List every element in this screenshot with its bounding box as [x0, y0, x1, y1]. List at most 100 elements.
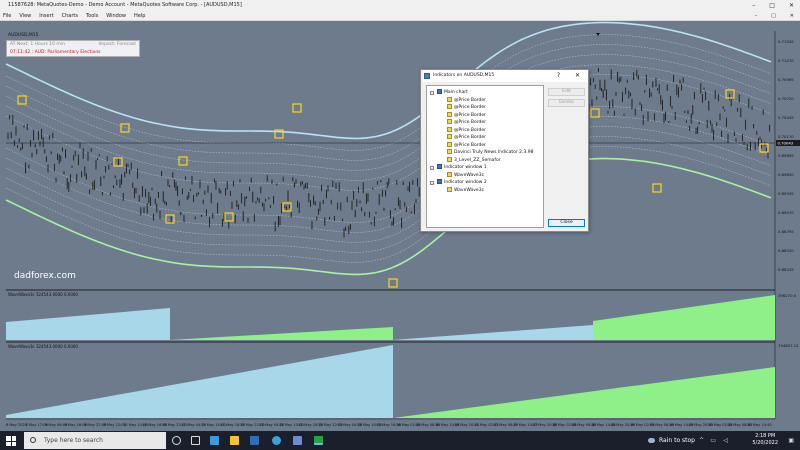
- chart-symbol-label: AUDUSD,M15: [8, 33, 39, 38]
- tray-chevron-icon[interactable]: ^: [699, 437, 704, 444]
- tree-indicator-item[interactable]: @Price Border: [447, 104, 486, 111]
- menu-view[interactable]: View: [19, 11, 31, 20]
- close-window-button[interactable]: ✕: [789, 0, 794, 11]
- tree-item-label: @Price Border: [454, 142, 486, 148]
- chart-window-controls: – □ ✕: [755, 11, 794, 21]
- tree-item-label: 3_Level_ZZ_Semafor: [454, 157, 501, 163]
- tree-expander-icon[interactable]: -: [430, 90, 434, 95]
- menu-insert[interactable]: Insert: [39, 11, 53, 20]
- menu-bar: File View Insert Charts Tools Window Hel…: [0, 11, 800, 21]
- indicator-icon: [447, 104, 452, 109]
- weather-widget[interactable]: Rain to stop: [648, 437, 695, 444]
- windows-start-icon[interactable]: [6, 436, 16, 446]
- indicators-icon: [424, 73, 430, 79]
- edit-button[interactable]: Edit: [548, 88, 585, 96]
- dialog-title: Indicators on AUDUSD,M15: [433, 73, 495, 78]
- price-tick-label: 0.70445: [778, 115, 794, 120]
- indicator-icon: [447, 134, 452, 139]
- tree-indicator-item[interactable]: @Price Border: [447, 134, 486, 141]
- indicators-dialog[interactable]: Indicators on AUDUSD,M15 ? ✕ - Main chart…: [420, 69, 589, 232]
- tree-indicator-item[interactable]: 3_Level_ZZ_Semafor: [447, 156, 501, 164]
- current-price-label: 0.70043: [778, 141, 794, 146]
- menu-charts[interactable]: Charts: [62, 11, 78, 20]
- tree-item-label: Indicator window 1: [444, 165, 487, 170]
- search-placeholder: Type here to search: [44, 437, 103, 444]
- news-event-text: 07:11:42 : AUD: Parliamentary Elections: [10, 50, 101, 55]
- indicator-icon: [447, 96, 452, 102]
- time-tick-label: 6 May 2022: [6, 423, 27, 427]
- window-controls: – □ ✕: [752, 0, 794, 11]
- tree-expander-icon[interactable]: -: [430, 180, 434, 185]
- indicator-icon: [447, 111, 452, 117]
- sub1-scale-max: 396270.0: [778, 293, 797, 298]
- tree-indicator-item[interactable]: @Price Border: [447, 119, 486, 126]
- close-button[interactable]: Close: [548, 219, 585, 227]
- edge-icon[interactable]: [210, 436, 219, 445]
- dialog-help-button[interactable]: ?: [557, 72, 560, 79]
- tree-item-label: @Price Border: [454, 135, 486, 140]
- search-icon: [30, 437, 36, 443]
- tree-item-label: Indicator window 2: [444, 180, 487, 185]
- clock-time: 2:18 PM: [755, 433, 776, 439]
- indicator-icon: [447, 149, 452, 154]
- indicator-icon: [447, 119, 452, 124]
- weather-text: Rain to stop: [659, 437, 695, 444]
- tree-indicator-item[interactable]: @Price Border: [447, 96, 486, 104]
- dialog-close-x-button[interactable]: ✕: [575, 72, 580, 79]
- folder-icon: [437, 89, 442, 94]
- tree-item-label: Main chart: [444, 90, 468, 95]
- mail-icon[interactable]: [250, 436, 259, 445]
- app-icon[interactable]: [293, 436, 302, 445]
- chart-minimize-button[interactable]: –: [755, 11, 758, 21]
- price-tick-label: 0.69345: [778, 191, 794, 196]
- price-tick-label: 0.70170: [778, 134, 794, 139]
- menu-help[interactable]: Help: [134, 11, 145, 20]
- tree-indicator-item[interactable]: @Price Border: [447, 126, 486, 134]
- tree-folder-item[interactable]: - Indicator window 2: [430, 179, 487, 186]
- tree-expander-icon[interactable]: -: [430, 165, 434, 170]
- chart-restore-button[interactable]: □: [771, 11, 776, 21]
- news-impact-text: Impact: Forecast: [98, 42, 136, 47]
- maximize-button[interactable]: □: [769, 0, 775, 11]
- indicator-icon: [447, 171, 452, 177]
- minimize-button[interactable]: –: [752, 0, 755, 11]
- price-tick-label: 0.71270: [778, 58, 794, 63]
- price-tick-label: 0.68520: [778, 248, 794, 253]
- chrome-icon[interactable]: [272, 436, 281, 445]
- tree-folder-item[interactable]: - Indicator window 1: [430, 164, 487, 171]
- chart-window[interactable]: 0.71545 0.71270 0.70995 0.70720 0.70445 0.701…: [0, 21, 800, 431]
- network-icon[interactable]: ▭: [710, 437, 716, 444]
- tree-indicator-item[interactable]: WaveWave3c: [447, 171, 485, 179]
- cortana-icon[interactable]: [172, 436, 181, 445]
- price-chart-canvas[interactable]: 0.71545 0.71270 0.70995 0.70720 0.70445 0.701…: [0, 21, 800, 431]
- price-tick-label: 0.70995: [778, 77, 794, 82]
- task-view-icon[interactable]: [191, 436, 200, 445]
- taskbar-search-box[interactable]: Type here to search: [24, 432, 166, 449]
- tree-indicator-item[interactable]: WaveWave3c: [447, 186, 484, 194]
- file-explorer-icon[interactable]: [230, 436, 239, 445]
- metatrader-icon[interactable]: [314, 436, 323, 445]
- dialog-titlebar[interactable]: Indicators on AUDUSD,M15: [423, 70, 588, 82]
- tree-indicator-item[interactable]: @Price Border: [447, 141, 486, 149]
- indicator-icon: [447, 126, 452, 132]
- folder-icon: [437, 164, 442, 169]
- menu-window[interactable]: Window: [106, 11, 126, 20]
- tree-item-label: @Price Border: [454, 120, 486, 125]
- delete-button[interactable]: Delete: [548, 99, 585, 107]
- chart-close-button[interactable]: ✕: [790, 11, 794, 21]
- volume-icon[interactable]: ◁: [723, 437, 728, 444]
- tree-item-label: @Price Border: [454, 112, 486, 118]
- tree-indicator-item[interactable]: Davinci Truly News Indicator 2.3.98: [447, 149, 534, 156]
- tree-indicator-item[interactable]: @Price Border: [447, 111, 486, 119]
- menu-tools[interactable]: Tools: [86, 11, 98, 20]
- tree-folder-item[interactable]: - Main chart: [430, 89, 468, 96]
- taskbar-clock[interactable]: 2:18 PM 5/20/2022: [752, 433, 778, 447]
- indicator-tree[interactable]: - Main chart @Price Border @Price Border @Pr…: [426, 85, 544, 228]
- tree-item-label: Davinci Truly News Indicator 2.3.98: [454, 150, 534, 155]
- notifications-icon[interactable]: ▣: [788, 437, 794, 444]
- menu-file[interactable]: File: [3, 11, 11, 20]
- price-tick-label: 0.70720: [778, 96, 794, 101]
- tree-item-label: WaveWave3c: [454, 172, 485, 178]
- price-tick-label: 0.69070: [778, 210, 794, 215]
- window-titlebar: 11587628: MetaQuotes-Demo - Demo Account…: [0, 0, 800, 11]
